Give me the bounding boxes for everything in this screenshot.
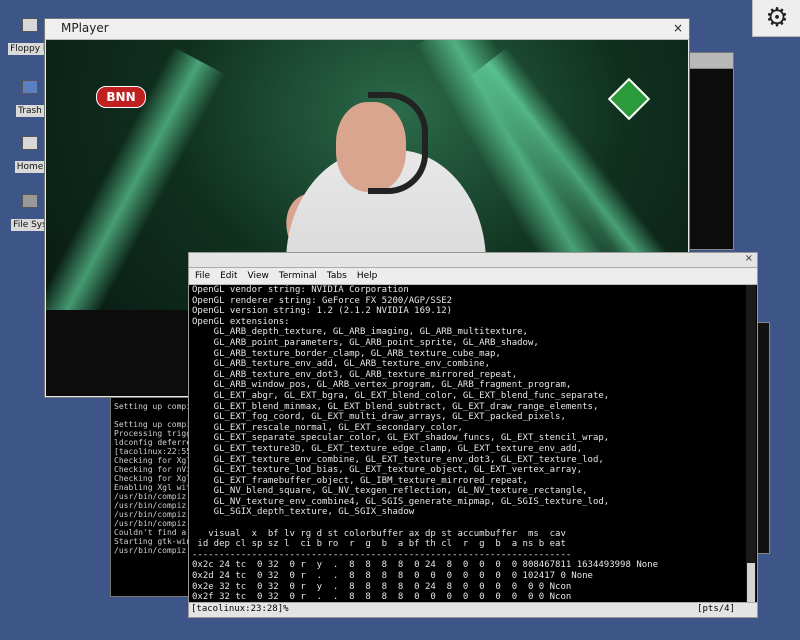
terminal-line: GL_ARB_texture_border_clamp, GL_ARB_text… bbox=[192, 348, 501, 359]
menu-file[interactable]: File bbox=[195, 271, 210, 281]
trash-icon bbox=[22, 80, 38, 94]
terminal-line: OpenGL renderer string: GeForce FX 5200/… bbox=[192, 295, 453, 306]
menu-view[interactable]: View bbox=[248, 271, 269, 281]
terminal-prompt-bar[interactable]: [tacolinux:23:28]% [pts/4] bbox=[189, 602, 757, 617]
channel-logo-icon bbox=[607, 77, 651, 121]
terminal-line: 0x2d 24 tc 0 32 0 r . . 8 8 8 8 0 0 0 0 … bbox=[192, 571, 593, 582]
floppy-icon bbox=[22, 18, 38, 32]
home-icon bbox=[22, 136, 38, 150]
terminal-line: ----------------------------------------… bbox=[192, 549, 572, 560]
terminal-line: GL_EXT_framebuffer_object, GL_IBM_textur… bbox=[192, 475, 528, 486]
settings-gear-button[interactable]: ⚙ bbox=[752, 0, 800, 37]
menu-edit[interactable]: Edit bbox=[220, 271, 237, 281]
terminal-window[interactable]: × File Edit View Terminal Tabs Help Open… bbox=[188, 252, 758, 618]
tab-label: [pts/4] bbox=[697, 604, 735, 614]
close-icon[interactable]: × bbox=[745, 253, 753, 264]
close-icon[interactable]: × bbox=[673, 21, 683, 35]
mplayer-titlebar[interactable]: MPlayer × bbox=[45, 19, 689, 40]
menu-tabs[interactable]: Tabs bbox=[327, 271, 347, 281]
terminal-line: OpenGL vendor string: NVIDIA Corporation bbox=[192, 285, 409, 295]
terminal-line: GL_EXT_blend_minmax, GL_EXT_blend_subtra… bbox=[192, 401, 599, 412]
terminal-line: GL_EXT_texture_env_combine, GL_EXT_textu… bbox=[192, 454, 604, 465]
gear-icon: ⚙ bbox=[765, 3, 789, 33]
background-window bbox=[688, 68, 734, 250]
terminal-output[interactable]: OpenGL vendor string: NVIDIA Corporation… bbox=[190, 285, 745, 603]
window-title: MPlayer bbox=[61, 21, 109, 35]
bnn-logo: BNN bbox=[96, 86, 146, 108]
drive-icon bbox=[22, 194, 38, 208]
terminal-line: GL_ARB_texture_env_add, GL_ARB_texture_e… bbox=[192, 359, 491, 370]
terminal-line: id dep cl sp sz l ci b ro r g b a bf th … bbox=[192, 539, 566, 550]
terminal-line: GL_ARB_depth_texture, GL_ARB_imaging, GL… bbox=[192, 327, 528, 338]
terminal-line: GL_ARB_point_parameters, GL_ARB_point_sp… bbox=[192, 337, 539, 348]
terminal-line: GL_EXT_texture3D, GL_EXT_texture_edge_cl… bbox=[192, 443, 583, 454]
terminal-line: OpenGL extensions: bbox=[192, 316, 290, 327]
terminal-line: GL_ARB_texture_env_dot3, GL_ARB_texture_… bbox=[192, 369, 518, 380]
terminal-menubar: File Edit View Terminal Tabs Help bbox=[189, 268, 757, 285]
desktop-icon-label: Trash bbox=[16, 105, 44, 117]
terminal-line: 0x2e 32 tc 0 32 0 r y . 8 8 8 8 0 24 8 0… bbox=[192, 581, 572, 592]
terminal-line: GL_EXT_separate_specular_color, GL_EXT_s… bbox=[192, 433, 610, 444]
headphones-shape bbox=[368, 92, 428, 194]
terminal-scrollbar[interactable] bbox=[746, 285, 756, 603]
scrollbar-thumb[interactable] bbox=[747, 563, 755, 603]
terminal-line: GL_ARB_window_pos, GL_ARB_vertex_program… bbox=[192, 380, 572, 391]
terminal-titlebar[interactable]: × bbox=[189, 253, 757, 268]
terminal-line: visual x bf lv rg d st colorbuffer ax dp… bbox=[192, 528, 566, 539]
terminal-line: GL_EXT_fog_coord, GL_EXT_multi_draw_arra… bbox=[192, 412, 566, 423]
desktop-icon-label: Home bbox=[14, 161, 46, 173]
terminal-line: 0x2c 24 tc 0 32 0 r y . 8 8 8 8 0 24 8 0… bbox=[192, 560, 658, 571]
menu-help[interactable]: Help bbox=[357, 271, 378, 281]
terminal-line: OpenGL version string: 1.2 (2.1.2 NVIDIA… bbox=[192, 306, 453, 317]
terminal-line: GL_NV_blend_square, GL_NV_texgen_reflect… bbox=[192, 486, 588, 497]
background-window-right bbox=[756, 322, 770, 554]
terminal-line: GL_SGIX_depth_texture, GL_SGIX_shadow bbox=[192, 507, 415, 518]
terminal-line: GL_EXT_abgr, GL_EXT_bgra, GL_EXT_blend_c… bbox=[192, 390, 610, 401]
terminal-line: GL_NV_texture_env_combine4, GL_SGIS_gene… bbox=[192, 496, 610, 507]
terminal-line: GL_EXT_texture_lod_bias, GL_EXT_texture_… bbox=[192, 465, 583, 476]
menu-terminal[interactable]: Terminal bbox=[279, 271, 317, 281]
terminal-line: GL_EXT_rescale_normal, GL_EXT_secondary_… bbox=[192, 422, 463, 433]
shell-prompt: [tacolinux:23:28]% bbox=[191, 604, 289, 614]
